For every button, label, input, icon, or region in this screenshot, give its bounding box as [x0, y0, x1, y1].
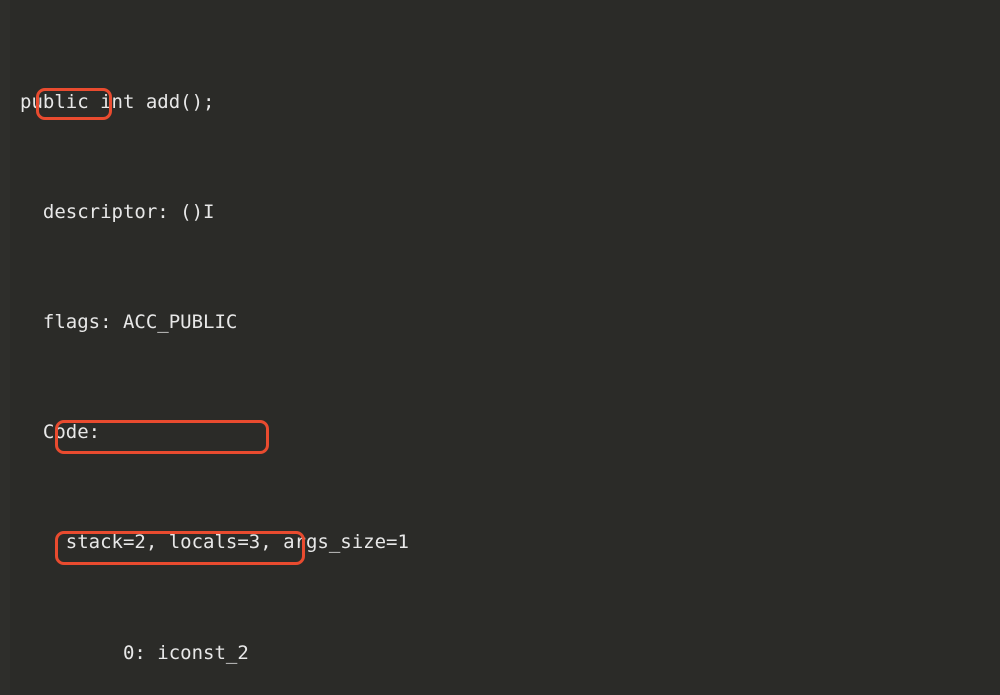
- code-label: Code:: [43, 421, 100, 443]
- text: public int add();: [20, 91, 214, 113]
- flags-line: flags: ACC_PUBLIC: [20, 309, 1000, 337]
- code-label-line: Code:: [20, 419, 1000, 447]
- bc-instruction: iconst_2: [157, 640, 249, 668]
- descriptor-line: descriptor: ()I: [20, 199, 1000, 227]
- text: descriptor: ()I: [43, 201, 215, 223]
- bc-colon: :: [134, 640, 157, 668]
- bc-offset: 0: [100, 640, 134, 668]
- method-signature: public int add();: [20, 89, 1000, 117]
- bytecode-line: 0: iconst_2: [20, 640, 1000, 668]
- stack-line: stack=2, locals=3, args_size=1: [20, 529, 1000, 557]
- code-block: public int add(); descriptor: ()I flags:…: [0, 6, 1000, 695]
- bytecode-dump: public int add(); descriptor: ()I flags:…: [0, 0, 1000, 695]
- text: flags: ACC_PUBLIC: [43, 311, 237, 333]
- text: stack=2, locals=3, args_size=1: [66, 531, 409, 553]
